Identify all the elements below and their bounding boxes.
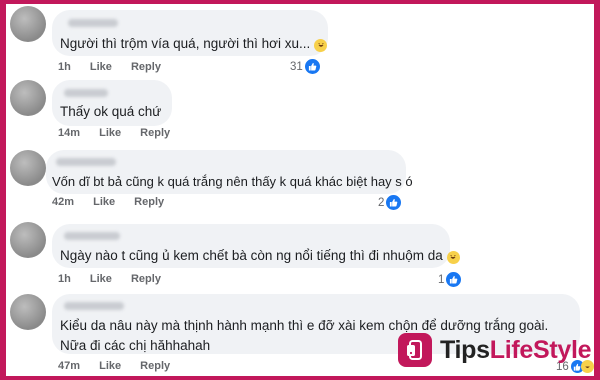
comment-text: Người thì trộm vía quá, người thì hơi xu…: [58, 34, 330, 54]
comments-panel: Người thì trộm vía quá, người thì hơi xu…: [6, 4, 594, 376]
reaction-summary[interactable]: 1: [438, 272, 462, 287]
blurred-username[interactable]: [64, 302, 124, 310]
avatar[interactable]: [10, 80, 46, 116]
comment-bubble: Vốn dĩ bt bả cũng k quá trắng nên thấy k…: [46, 150, 413, 194]
comment-text: Thấy ok quá chứ: [60, 104, 162, 119]
comment-time[interactable]: 1h: [58, 273, 71, 285]
like-button[interactable]: Like: [99, 127, 121, 139]
brand-lifestyle: LifeStyle: [489, 335, 592, 364]
avatar[interactable]: [10, 6, 46, 42]
like-button[interactable]: Like: [90, 273, 112, 285]
comment-bubble: Thấy ok quá chứ: [52, 80, 172, 126]
like-icon: [386, 195, 402, 210]
reply-button[interactable]: Reply: [140, 127, 170, 139]
like-button[interactable]: Like: [99, 360, 121, 372]
brand-wordmark: TipsLifeStyle: [440, 335, 592, 365]
comment-meta: 47m Like Reply: [58, 360, 186, 372]
haha-icon: [314, 38, 327, 52]
comment-meta: 42m Like Reply: [52, 196, 180, 208]
phone-icon: [398, 333, 432, 367]
reply-button[interactable]: Reply: [140, 360, 170, 372]
haha-icon: [446, 250, 460, 264]
comment-time[interactable]: 47m: [58, 360, 80, 372]
comment-text: Vốn dĩ bt bả cũng k quá trắng nên thấy k…: [52, 174, 413, 189]
avatar[interactable]: [10, 222, 46, 258]
comment-meta: 1h Like Reply: [58, 61, 177, 73]
reply-button[interactable]: Reply: [131, 273, 161, 285]
blurred-username[interactable]: [64, 89, 108, 97]
reaction-count: 2: [378, 196, 385, 209]
brand-logo: TipsLifeStyle: [398, 333, 592, 367]
comment-time[interactable]: 1h: [58, 61, 71, 73]
reaction-summary[interactable]: 31: [290, 59, 320, 74]
avatar[interactable]: [10, 294, 46, 330]
like-button[interactable]: Like: [90, 61, 112, 73]
comment-time[interactable]: 42m: [52, 196, 74, 208]
comment-meta: 1h Like Reply: [58, 273, 177, 285]
reaction-summary[interactable]: 2: [378, 195, 402, 210]
comment-time[interactable]: 14m: [58, 127, 80, 139]
comment-meta: 14m Like Reply: [58, 127, 186, 139]
reply-button[interactable]: Reply: [134, 196, 164, 208]
like-button[interactable]: Like: [93, 196, 115, 208]
reaction-count: 1: [438, 273, 445, 286]
reaction-count: 31: [290, 60, 303, 73]
like-icon: [446, 272, 462, 287]
comment-bubble: Người thì trộm vía quá, người thì hơi xu…: [52, 10, 328, 56]
blurred-username[interactable]: [68, 19, 118, 27]
blurred-username[interactable]: [56, 158, 116, 166]
comment-bubble: Ngày nào t cũng ủ kem chết bà còn ng nổi…: [52, 224, 460, 268]
brand-tips: Tips: [440, 335, 490, 364]
avatar[interactable]: [10, 150, 46, 186]
comment-text: Ngày nào t cũng ủ kem chết bà còn ng nổi…: [60, 246, 460, 266]
reply-button[interactable]: Reply: [131, 61, 161, 73]
blurred-username[interactable]: [64, 232, 120, 240]
like-icon: [304, 59, 320, 74]
